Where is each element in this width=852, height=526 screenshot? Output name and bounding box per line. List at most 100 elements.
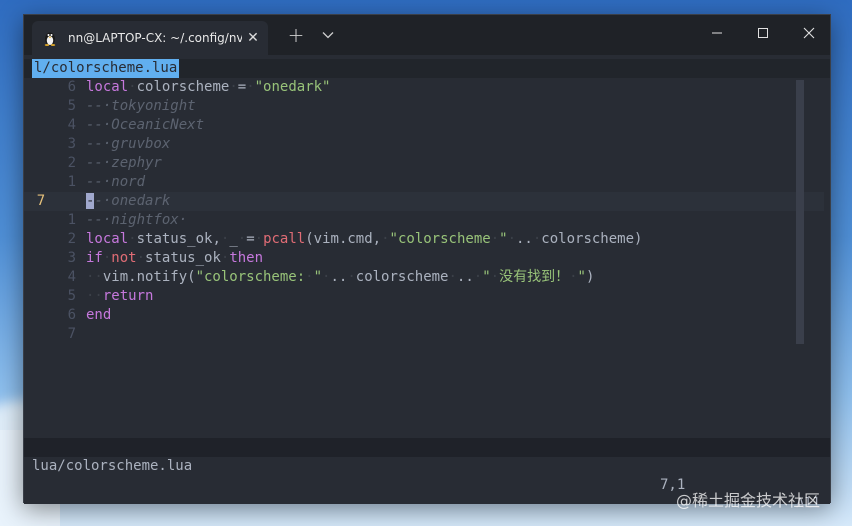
line-text: local·status_ok,·_·=·pcall(vim.cmd,·"col…	[86, 230, 642, 249]
code-token: "	[577, 269, 586, 285]
linux-penguin-icon	[42, 30, 58, 46]
code-token: -·onedark	[94, 193, 171, 209]
code-token: if	[86, 250, 103, 266]
code-line[interactable]: 3 if·not·status_ok·then	[24, 249, 824, 268]
code-token: ··	[86, 269, 103, 285]
code-token: ·	[381, 231, 390, 247]
code-token: pcall	[263, 231, 306, 247]
line-number: 5	[67, 288, 76, 304]
code-token: --·gruvbox	[86, 136, 171, 152]
code-line[interactable]: 1 --·nord	[24, 173, 824, 192]
code-token: ·	[448, 269, 457, 285]
line-number: 7	[67, 326, 76, 342]
line-number: 7	[36, 193, 46, 209]
code-token: return	[102, 288, 154, 304]
code-token: colorscheme	[355, 269, 449, 285]
line-text: if·not·status_ok·then	[86, 249, 263, 268]
title-bar[interactable]: nn@LAPTOP-CX: ~/.config/nvim ✕ +	[24, 15, 830, 55]
code-token: ·	[305, 269, 314, 285]
code-token: "colorscheme:	[195, 269, 306, 285]
code-token: --·zephyr	[86, 155, 162, 171]
code-line[interactable]: 6 local·colorscheme·=·"onedark"	[24, 78, 824, 97]
code-line[interactable]: 1 --·nightfox·	[24, 211, 824, 230]
minimize-button[interactable]	[694, 15, 740, 51]
code-token: ·	[237, 231, 247, 247]
line-text: local·colorscheme·=·"onedark"	[86, 78, 330, 97]
code-token: "	[313, 269, 323, 285]
line-text: --·gruvbox	[86, 135, 170, 154]
terminal-window: nn@LAPTOP-CX: ~/.config/nvim ✕ + l/color…	[23, 14, 831, 512]
code-token: ·	[507, 231, 516, 247]
watermark: @稀土掘金技术社区	[676, 491, 821, 510]
code-token: ..	[456, 269, 474, 285]
terminal-tab[interactable]: nn@LAPTOP-CX: ~/.config/nvim ✕	[32, 21, 268, 55]
code-token: (vim.cmd,	[305, 231, 382, 247]
buffer-tab[interactable]: l/colorscheme.lua	[32, 59, 180, 78]
code-line[interactable]: 7 --·onedark	[24, 192, 824, 211]
line-number: 2	[67, 155, 76, 171]
line-number: 4	[67, 269, 76, 285]
code-token: status_ok	[145, 250, 221, 266]
code-token: ..	[516, 231, 533, 247]
line-number: 4	[67, 117, 76, 133]
code-token: =	[237, 79, 247, 95]
code-token: --·nord	[86, 174, 146, 190]
code-token: local	[86, 79, 129, 95]
line-text: --·zephyr	[86, 154, 162, 173]
tab-title: nn@LAPTOP-CX: ~/.config/nvim	[68, 31, 242, 45]
line-number: 5	[67, 98, 76, 114]
code-token: end	[86, 307, 112, 323]
code-token: status_ok,	[136, 231, 221, 247]
maximize-button[interactable]	[740, 15, 786, 51]
code-token: ·	[569, 269, 578, 285]
line-text: --·OceanicNext	[86, 116, 204, 135]
code-line[interactable]: 6 end	[24, 306, 824, 325]
code-token: ··	[86, 288, 103, 304]
line-text: ··vim.notify("colorscheme:·"·..·colorsch…	[86, 268, 594, 287]
new-tab-button[interactable]: +	[282, 23, 310, 47]
code-token: "onedark"	[254, 79, 331, 95]
nvim-editor[interactable]: l/colorscheme.lua 6 local·colorscheme·=·"…	[24, 55, 830, 512]
code-token: ·	[473, 269, 483, 285]
scrollbar[interactable]	[796, 80, 804, 344]
line-number: 3	[67, 250, 76, 266]
line-text: --·tokyonight	[86, 97, 196, 116]
statusline: lua/colorscheme.lua 7,1 All	[24, 438, 830, 512]
code-token: ·	[128, 79, 137, 95]
status-filename: lua/colorscheme.lua	[32, 458, 193, 474]
line-text: ··return	[86, 287, 153, 306]
code-token: ·	[490, 231, 500, 247]
line-number: 3	[67, 136, 76, 152]
line-text: --·nord	[86, 173, 145, 192]
code-area[interactable]: 6 local·colorscheme·=·"onedark" 5 --·tokyon…	[24, 78, 824, 344]
code-token: then	[229, 250, 264, 266]
close-tab-icon[interactable]: ✕	[242, 27, 264, 49]
code-token: "	[499, 231, 508, 247]
line-text: --·onedark	[86, 192, 170, 211]
line-number: 6	[67, 307, 76, 323]
code-token: ·	[347, 269, 356, 285]
line-number: 1	[67, 174, 76, 190]
code-line[interactable]: 2 --·zephyr	[24, 154, 824, 173]
code-token: vim.notify(	[102, 269, 196, 285]
code-line[interactable]: 5 ··return	[24, 287, 824, 306]
code-token: --·nightfox·	[86, 212, 188, 228]
code-token: ·	[490, 269, 500, 285]
code-token: "	[482, 269, 491, 285]
chevron-down-icon[interactable]	[316, 23, 340, 47]
code-token: =	[246, 231, 255, 247]
line-text: --·nightfox·	[86, 211, 187, 230]
code-line[interactable]: 4 ··vim.notify("colorscheme:·"·..·colorsc…	[24, 268, 824, 287]
code-token: 没有找到！	[499, 269, 570, 285]
code-token: local	[86, 231, 129, 247]
code-line[interactable]: 7	[24, 325, 824, 344]
code-token: colorscheme)	[541, 231, 643, 247]
code-line[interactable]: 2 local·status_ok,·_·=·pcall(vim.cmd,·"co…	[24, 230, 824, 249]
code-token: "colorscheme	[389, 231, 491, 247]
code-line[interactable]: 5 --·tokyonight	[24, 97, 824, 116]
line-number: 1	[67, 212, 76, 228]
code-line[interactable]: 3 --·gruvbox	[24, 135, 824, 154]
code-token: ·	[128, 231, 137, 247]
close-window-button[interactable]	[786, 15, 832, 51]
code-line[interactable]: 4 --·OceanicNext	[24, 116, 824, 135]
